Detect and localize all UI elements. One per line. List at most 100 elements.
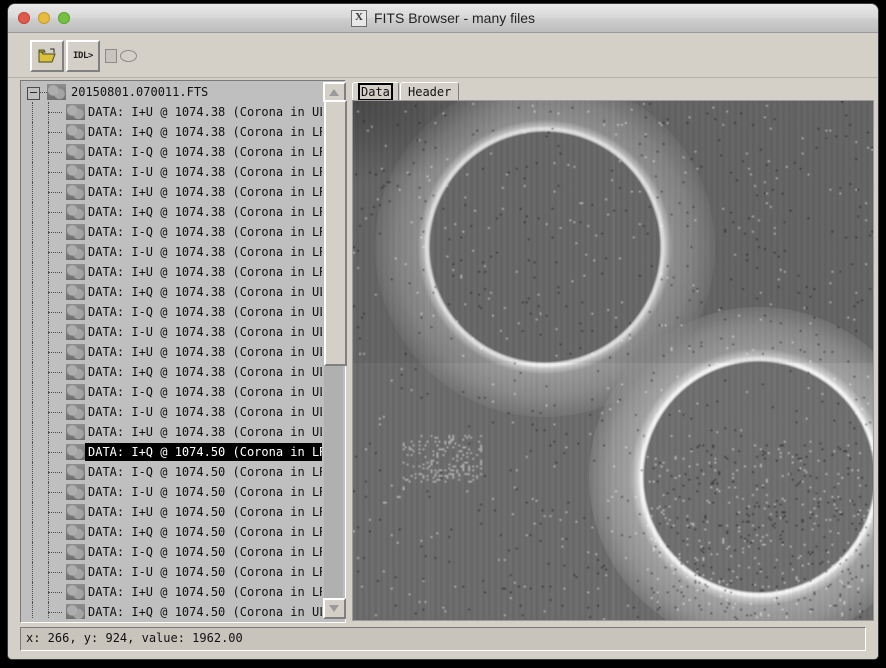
fits-thumbnail-icon (66, 304, 85, 320)
main-area: 20150801.070011.FTS DATA: I+U @ 1074.38 (… (8, 78, 878, 623)
fits-thumbnail-icon (66, 584, 85, 600)
tree-item[interactable]: DATA: I+Q @ 1074.50 (Corona in UL) (22, 602, 322, 619)
tree-item-label: DATA: I+U @ 1074.38 (Corona in LR) (88, 265, 322, 279)
tree-item[interactable]: DATA: I-U @ 1074.50 (Corona in LR) (22, 482, 322, 502)
fits-thumbnail-icon (47, 84, 66, 100)
x11-logo-icon: X (351, 10, 367, 27)
tree-item[interactable]: DATA: I+U @ 1074.38 (Corona in LR) (22, 262, 322, 282)
fits-thumbnail-icon (66, 184, 85, 200)
fits-thumbnail-icon (66, 424, 85, 440)
scroll-down-arrow-icon[interactable] (323, 598, 346, 619)
fits-thumbnail-icon (66, 464, 85, 480)
tree-item-label: DATA: I+Q @ 1074.38 (Corona in LR) (88, 205, 322, 219)
fits-thumbnail-icon (66, 604, 85, 619)
square-indicator-icon[interactable] (105, 49, 117, 63)
tree-item-label: DATA: I+U @ 1074.38 (Corona in UL) (88, 345, 322, 359)
ellipse-indicator-icon[interactable] (120, 50, 137, 62)
collapse-toggle-icon[interactable] (27, 87, 40, 100)
tree-item[interactable]: DATA: I-Q @ 1074.50 (Corona in LR) (22, 462, 322, 482)
image-noise-overlay (353, 101, 873, 620)
tree-item[interactable]: DATA: I-U @ 1074.38 (Corona in UL) (22, 402, 322, 422)
tree-item[interactable]: DATA: I+Q @ 1074.38 (Corona in UL) (22, 362, 322, 382)
tree-scrollbar[interactable] (323, 82, 344, 619)
tree-item-label: DATA: I-U @ 1074.50 (Corona in LR) (88, 565, 322, 579)
tree-item-label: DATA: I-U @ 1074.38 (Corona in UL) (88, 325, 322, 339)
tree-item-label: DATA: I+Q @ 1074.50 (Corona in LR) (85, 443, 322, 461)
tree-item-label: DATA: I+U @ 1074.38 (Corona in LR) (88, 185, 322, 199)
tree-item-label: DATA: I-U @ 1074.38 (Corona in UL) (88, 405, 322, 419)
tree-item-label: DATA: I-Q @ 1074.38 (Corona in LR) (88, 225, 322, 239)
tree-item[interactable]: DATA: I-Q @ 1074.38 (Corona in UL) (22, 302, 322, 322)
open-file-button[interactable] (30, 40, 64, 72)
statusbar: x: 266, y: 924, value: 1962.00 (8, 623, 878, 659)
tree-item[interactable]: DATA: I+Q @ 1074.38 (Corona in LR) (22, 122, 322, 142)
fits-thumbnail-icon (66, 344, 85, 360)
tree-item[interactable]: DATA: I-U @ 1074.38 (Corona in UL) (22, 322, 322, 342)
fits-image-frame (352, 100, 874, 621)
tree-item-label: DATA: I+U @ 1074.38 (Corona in UL) (88, 105, 322, 119)
tree-item[interactable]: DATA: I+U @ 1074.38 (Corona in LR) (22, 182, 322, 202)
cursor-readout: x: 266, y: 924, value: 1962.00 (20, 627, 866, 651)
tree-item-label: DATA: I+U @ 1074.50 (Corona in LR) (88, 505, 322, 519)
tree-item[interactable]: DATA: I+Q @ 1074.38 (Corona in LR) (22, 202, 322, 222)
fits-image-canvas[interactable] (353, 101, 873, 620)
tree-item-label: DATA: I-Q @ 1074.38 (Corona in UL) (88, 305, 322, 319)
tree-root-row[interactable]: 20150801.070011.FTS (22, 82, 322, 102)
tree-item[interactable]: DATA: I+U @ 1074.38 (Corona in UL) (22, 342, 322, 362)
tree-item[interactable]: DATA: I+U @ 1074.50 (Corona in LR) (22, 502, 322, 522)
window-title-group: X FITS Browser - many files (8, 4, 878, 32)
fits-thumbnail-icon (66, 164, 85, 180)
tree-item[interactable]: DATA: I-U @ 1074.50 (Corona in LR) (22, 562, 322, 582)
tree-item-label: DATA: I+U @ 1074.50 (Corona in LR) (88, 585, 322, 599)
fits-thumbnail-icon (66, 484, 85, 500)
fits-thumbnail-icon (66, 364, 85, 380)
fits-thumbnail-icon (66, 144, 85, 160)
tree-viewport: 20150801.070011.FTS DATA: I+U @ 1074.38 (… (22, 82, 322, 619)
tab-header-label: Header (408, 85, 451, 99)
tree-item[interactable]: DATA: I-U @ 1074.38 (Corona in LR) (22, 242, 322, 262)
fits-thumbnail-icon (66, 544, 85, 560)
tree-item[interactable]: DATA: I+U @ 1074.50 (Corona in LR) (22, 582, 322, 602)
tree-item-label: DATA: I-Q @ 1074.50 (Corona in LR) (88, 545, 322, 559)
fits-thumbnail-icon (66, 284, 85, 300)
tree-item[interactable]: DATA: I-Q @ 1074.50 (Corona in LR) (22, 542, 322, 562)
fits-thumbnail-icon (66, 324, 85, 340)
idl-console-button[interactable]: IDL> (66, 40, 100, 72)
tree-item-label: DATA: I+Q @ 1074.38 (Corona in UL) (88, 365, 322, 379)
tree-item[interactable]: DATA: I-Q @ 1074.38 (Corona in LR) (22, 222, 322, 242)
tree-item[interactable]: DATA: I-U @ 1074.38 (Corona in LR) (22, 162, 322, 182)
fits-thumbnail-icon (66, 124, 85, 140)
window-titlebar: X FITS Browser - many files (8, 4, 878, 33)
idl-prompt-icon: IDL> (73, 52, 93, 61)
fits-tree-panel: 20150801.070011.FTS DATA: I+U @ 1074.38 (… (20, 80, 346, 623)
tree-item[interactable]: DATA: I+Q @ 1074.38 (Corona in UL) (22, 282, 322, 302)
fits-thumbnail-icon (66, 444, 85, 460)
viewer-panel: Data Header (352, 80, 874, 621)
tree-item-label: DATA: I-Q @ 1074.50 (Corona in LR) (88, 465, 322, 479)
tree-item-label: DATA: I-Q @ 1074.38 (Corona in LR) (88, 145, 322, 159)
tab-data-label: Data (360, 85, 391, 99)
fits-browser-window: X FITS Browser - many files IDL> 2015080… (8, 4, 878, 659)
fits-thumbnail-icon (66, 104, 85, 120)
fits-thumbnail-icon (66, 524, 85, 540)
open-folder-icon (38, 48, 56, 64)
tree-item[interactable]: DATA: I-Q @ 1074.38 (Corona in UL) (22, 382, 322, 402)
fits-thumbnail-icon (66, 264, 85, 280)
scrollbar-track[interactable] (324, 100, 343, 601)
tree-item[interactable]: DATA: I+U @ 1074.38 (Corona in UL) (22, 422, 322, 442)
tree-item-label: DATA: I-U @ 1074.38 (Corona in LR) (88, 165, 322, 179)
tree-rows: 20150801.070011.FTS DATA: I+U @ 1074.38 (… (22, 82, 322, 619)
tree-item-label: DATA: I+Q @ 1074.38 (Corona in LR) (88, 125, 322, 139)
scrollbar-thumb[interactable] (324, 100, 347, 366)
fits-thumbnail-icon (66, 204, 85, 220)
tree-item[interactable]: DATA: I+U @ 1074.38 (Corona in UL) (22, 102, 322, 122)
tree-item[interactable]: DATA: I+Q @ 1074.50 (Corona in LR) (22, 522, 322, 542)
tree-item-label: DATA: I-U @ 1074.38 (Corona in LR) (88, 245, 322, 259)
viewer-tabstrip: Data Header (352, 80, 874, 102)
toolbar: IDL> (8, 33, 878, 78)
tree-item[interactable]: DATA: I+Q @ 1074.50 (Corona in LR) (22, 442, 322, 462)
page-title: FITS Browser - many files (374, 10, 535, 26)
fits-thumbnail-icon (66, 404, 85, 420)
tree-item[interactable]: DATA: I-Q @ 1074.38 (Corona in LR) (22, 142, 322, 162)
fits-thumbnail-icon (66, 244, 85, 260)
